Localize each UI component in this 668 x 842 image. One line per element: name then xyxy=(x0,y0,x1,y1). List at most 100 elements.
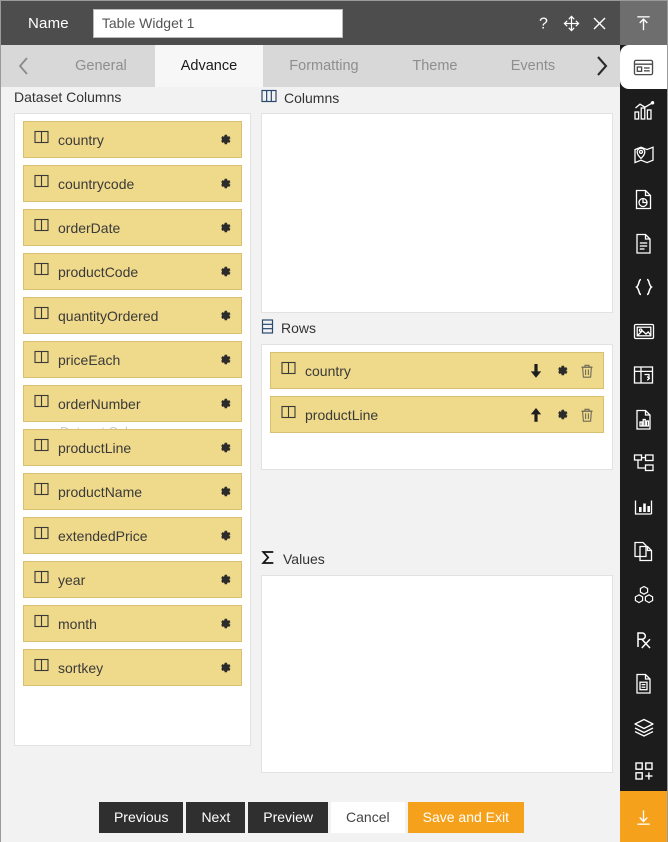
next-button[interactable]: Next xyxy=(186,801,246,833)
gear-icon[interactable] xyxy=(217,264,232,279)
column-icon xyxy=(34,306,49,325)
gear-icon[interactable] xyxy=(217,396,232,411)
column-actions xyxy=(217,528,232,543)
gear-icon[interactable] xyxy=(217,132,232,147)
gear-icon[interactable] xyxy=(554,407,569,422)
column-icon xyxy=(34,262,49,281)
rows-dropzone[interactable]: country productLine xyxy=(261,344,613,470)
dataset-column-item[interactable]: extendedPrice xyxy=(23,517,242,554)
column-actions xyxy=(217,396,232,411)
dataset-column-item[interactable]: productLine xyxy=(23,429,242,466)
column-actions xyxy=(217,176,232,191)
dataset-columns-list[interactable]: Dataset Column country xyxy=(14,113,251,746)
cancel-button[interactable]: Cancel xyxy=(331,801,405,833)
map-pin-icon[interactable] xyxy=(620,133,667,177)
gear-icon[interactable] xyxy=(217,484,232,499)
name-label: Name xyxy=(28,14,69,32)
arrow-down-icon[interactable] xyxy=(529,363,543,379)
widget-name-input[interactable] xyxy=(92,8,343,38)
column-actions xyxy=(217,660,232,675)
tab-general[interactable]: General xyxy=(47,45,155,87)
dataset-column-item[interactable]: productCode xyxy=(23,253,242,290)
rows-item[interactable]: productLine xyxy=(270,396,604,433)
column-icon xyxy=(34,350,49,369)
tab-label: Advance xyxy=(180,58,238,74)
tab-theme[interactable]: Theme xyxy=(385,45,485,87)
column-name: extendedPrice xyxy=(58,527,148,544)
move-icon[interactable] xyxy=(563,15,580,32)
close-icon[interactable] xyxy=(591,15,608,32)
previous-button[interactable]: Previous xyxy=(98,801,184,833)
gear-icon[interactable] xyxy=(217,528,232,543)
values-block: Values xyxy=(261,550,613,773)
dataset-columns-panel: Dataset Columns Dataset Column country xyxy=(14,89,251,746)
dataset-column-item[interactable]: sortkey xyxy=(23,649,242,686)
gear-icon[interactable] xyxy=(554,363,569,378)
rows-title-label: Rows xyxy=(281,320,317,336)
gear-icon[interactable] xyxy=(217,572,232,587)
note-icon[interactable] xyxy=(620,661,667,705)
widget-card-icon[interactable] xyxy=(620,45,667,89)
right-toolbar xyxy=(620,1,667,842)
columns-block: Columns xyxy=(261,89,613,313)
values-title: Values xyxy=(261,550,613,568)
dataset-columns-title-label: Dataset Columns xyxy=(14,89,122,105)
dataset-column-item[interactable]: quantityOrdered xyxy=(23,297,242,334)
column-icon xyxy=(281,361,296,380)
cubes-icon[interactable] xyxy=(620,573,667,617)
dataset-column-item[interactable]: month xyxy=(23,605,242,642)
gear-icon[interactable] xyxy=(217,308,232,323)
arrow-up-icon[interactable] xyxy=(529,407,543,423)
delete-icon[interactable] xyxy=(580,363,594,379)
dataset-column-item[interactable]: orderDate xyxy=(23,209,242,246)
image-icon[interactable] xyxy=(620,309,667,353)
pie-report-icon[interactable] xyxy=(620,177,667,221)
dataset-column-item[interactable]: country xyxy=(23,121,242,158)
table-icon[interactable] xyxy=(620,353,667,397)
code-braces-icon[interactable] xyxy=(620,265,667,309)
dataset-column-item[interactable]: year xyxy=(23,561,242,598)
column-icon xyxy=(34,130,49,149)
help-icon[interactable]: ? xyxy=(535,15,552,32)
dataset-column-item[interactable]: orderNumber xyxy=(23,385,242,422)
tabs-scroll-left-icon[interactable] xyxy=(1,45,47,87)
column-name: priceEach xyxy=(58,351,121,368)
gear-icon[interactable] xyxy=(217,440,232,455)
column-actions xyxy=(217,440,232,455)
chart-panel-icon[interactable] xyxy=(620,397,667,441)
column-name: countrycode xyxy=(58,175,135,192)
tab-advance[interactable]: Advance xyxy=(154,45,263,87)
columns-dropzone[interactable] xyxy=(261,113,613,313)
gear-icon[interactable] xyxy=(217,176,232,191)
dataset-column-item[interactable]: countrycode xyxy=(23,165,242,202)
gear-icon[interactable] xyxy=(217,352,232,367)
gear-icon[interactable] xyxy=(217,616,232,631)
layers-icon[interactable] xyxy=(620,705,667,749)
tabs-scroll-right-icon[interactable] xyxy=(581,45,622,87)
delete-icon[interactable] xyxy=(580,407,594,423)
copy-page-icon[interactable] xyxy=(620,529,667,573)
preview-button[interactable]: Preview xyxy=(248,801,329,833)
dialog-header: Name ? xyxy=(1,1,622,45)
gear-icon[interactable] xyxy=(217,660,232,675)
download-icon[interactable] xyxy=(620,791,667,842)
upload-icon[interactable] xyxy=(620,1,667,45)
bar-chart-icon[interactable] xyxy=(620,89,667,133)
column-icon xyxy=(34,526,49,545)
prescription-icon[interactable] xyxy=(620,617,667,661)
gear-icon[interactable] xyxy=(217,220,232,235)
columns-icon xyxy=(261,89,277,106)
dataset-column-item[interactable]: priceEach xyxy=(23,341,242,378)
values-dropzone[interactable] xyxy=(261,575,613,773)
column-name: month xyxy=(58,615,97,632)
dataset-column-item[interactable]: productName xyxy=(23,473,242,510)
rows-item[interactable]: country xyxy=(270,352,604,389)
line-chart-icon[interactable] xyxy=(620,485,667,529)
document-icon[interactable] xyxy=(620,221,667,265)
hierarchy-icon[interactable] xyxy=(620,441,667,485)
add-widget-icon[interactable] xyxy=(620,749,667,793)
tab-formatting[interactable]: Formatting xyxy=(263,45,385,87)
widget-editor-dialog: Name ? xyxy=(0,0,668,842)
tab-events[interactable]: Events xyxy=(485,45,581,87)
save-and-exit-button[interactable]: Save and Exit xyxy=(407,801,525,833)
